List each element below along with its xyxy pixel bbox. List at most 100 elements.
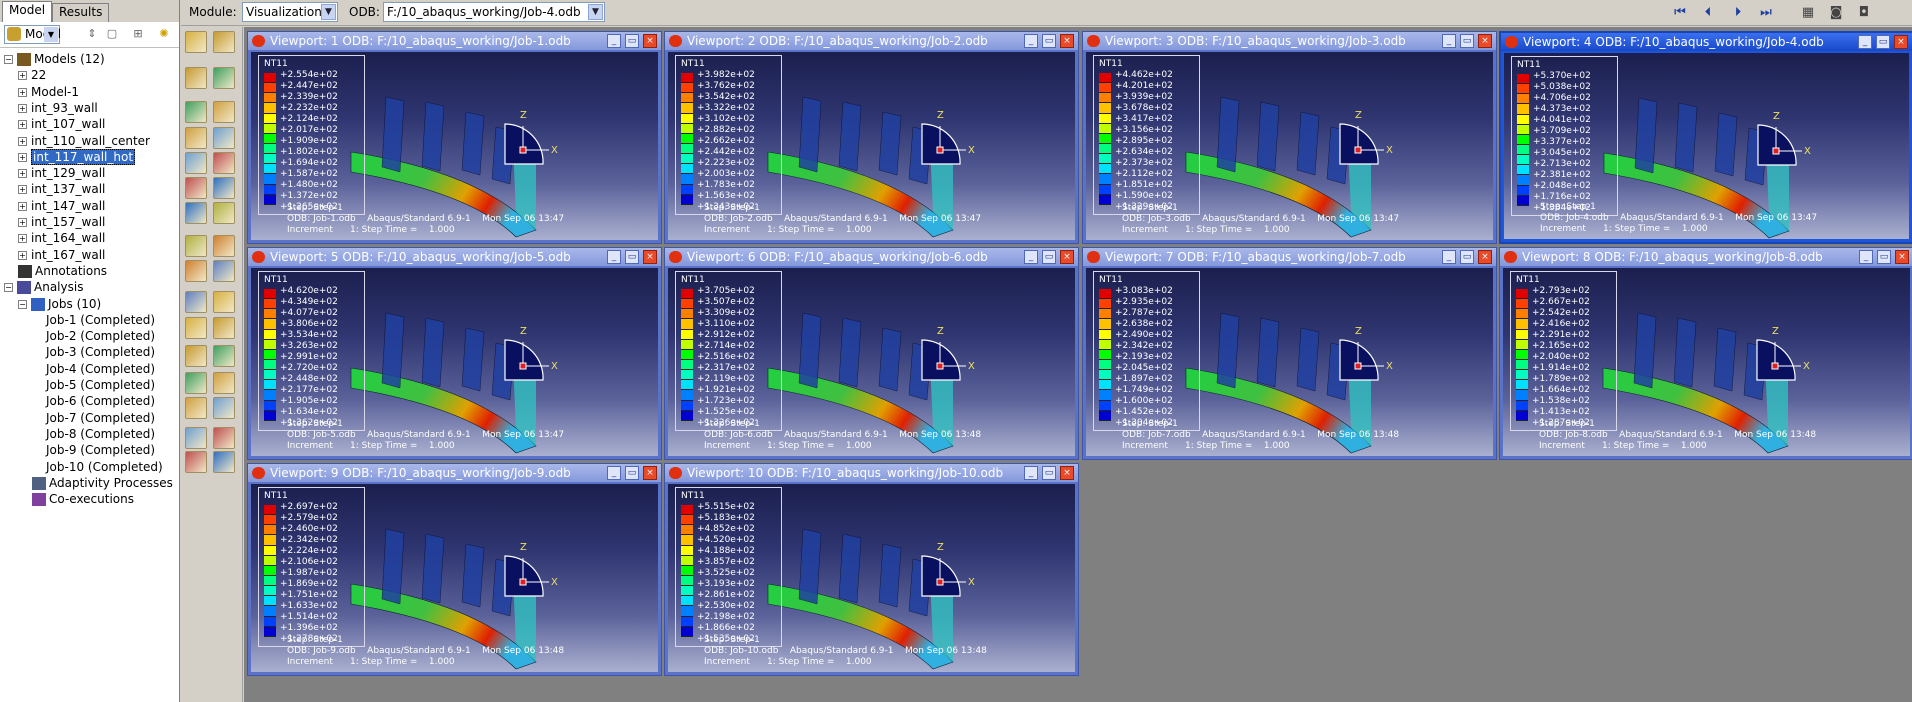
restore-icon[interactable]: ▭: [1460, 250, 1474, 264]
toolbox-tool-icon[interactable]: [213, 31, 235, 53]
toolbox-tool-icon[interactable]: [213, 451, 235, 473]
collapse-icon[interactable]: −: [18, 299, 27, 309]
viewport-canvas[interactable]: NT11 +5.370e+02 +5.038e+02 +4.706e+02 +4.373…: [1504, 53, 1909, 239]
close-icon[interactable]: ×: [1060, 250, 1074, 264]
tree-adaptivity[interactable]: Adaptivity Processes: [32, 476, 173, 491]
viewport-title-bar[interactable]: Viewport: 8 ODB: F:/10_abaqus_working/Jo…: [1500, 248, 1912, 266]
minimize-icon[interactable]: _: [607, 250, 621, 264]
close-icon[interactable]: ×: [1895, 250, 1909, 264]
tree-jobs[interactable]: − Jobs (10): [18, 297, 101, 312]
toolbox-tool-icon[interactable]: [185, 127, 207, 149]
tree-coexecutions[interactable]: Co-executions: [32, 492, 134, 507]
viewport-canvas[interactable]: NT11 +3.982e+02 +3.762e+02 +3.542e+02 +3.322…: [668, 52, 1075, 240]
restore-icon[interactable]: ▭: [1042, 34, 1056, 48]
minimize-icon[interactable]: _: [1024, 34, 1038, 48]
viewport-window[interactable]: Viewport: 9 ODB: F:/10_abaqus_working/Jo…: [247, 463, 662, 676]
expand-icon[interactable]: +: [18, 87, 27, 97]
viewport-canvas[interactable]: NT11 +2.793e+02 +2.667e+02 +2.542e+02 +2.416…: [1503, 268, 1910, 456]
restore-icon[interactable]: ▭: [625, 250, 639, 264]
module-select[interactable]: Visualization ▼: [242, 2, 338, 22]
tree-job-item[interactable]: Job-1 (Completed): [46, 313, 155, 328]
viewport-canvas[interactable]: NT11 +3.705e+02 +3.507e+02 +3.309e+02 +3.110…: [668, 268, 1075, 456]
tree-model-item[interactable]: + int_164_wall: [18, 231, 105, 246]
viewport-title-bar[interactable]: Viewport: 10 ODB: F:/10_abaqus_working/J…: [665, 464, 1078, 482]
expand-icon[interactable]: +: [18, 201, 27, 211]
expand-icon[interactable]: +: [18, 250, 27, 260]
minimize-icon[interactable]: _: [1442, 34, 1456, 48]
toolbox-tool-icon[interactable]: [213, 291, 235, 313]
animate-camera-icon[interactable]: ◙: [1826, 3, 1846, 23]
toolbox-tool-icon[interactable]: [185, 235, 207, 257]
expand-icon[interactable]: +: [18, 169, 27, 179]
close-icon[interactable]: ×: [1478, 250, 1492, 264]
toolbox-tool-icon[interactable]: [185, 101, 207, 123]
tree-selector[interactable]: Model ▼: [4, 25, 61, 44]
restore-icon[interactable]: ▭: [625, 466, 639, 480]
chevron-down-icon[interactable]: ▼: [321, 4, 336, 20]
viewport-window[interactable]: Viewport: 5 ODB: F:/10_abaqus_working/Jo…: [247, 247, 662, 460]
previous-frame-icon[interactable]: ⏴: [1698, 3, 1718, 23]
last-frame-icon[interactable]: ⏭: [1756, 3, 1776, 23]
close-icon[interactable]: ×: [1478, 34, 1492, 48]
toolbox-tool-icon[interactable]: [213, 397, 235, 419]
tree-model-item[interactable]: + int_129_wall: [18, 166, 105, 181]
tab-results[interactable]: Results: [52, 3, 110, 22]
tree-model-item[interactable]: + int_137_wall: [18, 182, 105, 197]
odb-select[interactable]: F:/10_abaqus_working/Job-4.odb ▼: [383, 2, 605, 22]
sort-icon[interactable]: ⇕: [84, 27, 100, 43]
viewport-window[interactable]: Viewport: 7 ODB: F:/10_abaqus_working/Jo…: [1082, 247, 1497, 460]
tree-model-item[interactable]: + int_117_wall_hot: [18, 148, 136, 165]
tree-job-item[interactable]: Job-10 (Completed): [46, 460, 163, 475]
minimize-icon[interactable]: _: [1024, 466, 1038, 480]
toolbox-tool-icon[interactable]: [213, 260, 235, 282]
tree-model-item[interactable]: +22: [18, 68, 46, 83]
viewport-title-bar[interactable]: Viewport: 7 ODB: F:/10_abaqus_working/Jo…: [1083, 248, 1496, 266]
toolbox-tool-icon[interactable]: [213, 101, 235, 123]
expand-icon[interactable]: +: [18, 218, 27, 227]
close-icon[interactable]: ×: [1060, 34, 1074, 48]
close-icon[interactable]: ×: [1894, 35, 1908, 49]
restore-icon[interactable]: ▭: [1042, 250, 1056, 264]
toolbox-tool-icon[interactable]: [213, 177, 235, 199]
tree-job-item[interactable]: Job-2 (Completed): [46, 329, 155, 344]
close-icon[interactable]: ×: [643, 34, 657, 48]
minimize-icon[interactable]: _: [1859, 250, 1873, 264]
tree-model-item[interactable]: + int_93_wall: [18, 101, 98, 116]
collapse-icon[interactable]: −: [4, 55, 13, 64]
viewport-title-bar[interactable]: Viewport: 2 ODB: F:/10_abaqus_working/Jo…: [665, 32, 1078, 50]
expand-icon[interactable]: +: [18, 120, 27, 130]
restore-icon[interactable]: ▭: [1460, 34, 1474, 48]
viewport-window[interactable]: Viewport: 2 ODB: F:/10_abaqus_working/Jo…: [664, 31, 1079, 244]
tree-job-item[interactable]: Job-5 (Completed): [46, 378, 155, 393]
tree-job-item[interactable]: Job-9 (Completed): [46, 443, 155, 458]
viewport-title-bar[interactable]: Viewport: 6 ODB: F:/10_abaqus_working/Jo…: [665, 248, 1078, 266]
viewport-title-bar[interactable]: Viewport: 4 ODB: F:/10_abaqus_working/Jo…: [1501, 33, 1912, 51]
camera-icon[interactable]: ◘: [1854, 3, 1874, 23]
viewport-canvas[interactable]: NT11 +4.620e+02 +4.349e+02 +4.077e+02 +3.806…: [251, 268, 658, 456]
toolbox-tool-icon[interactable]: [213, 152, 235, 174]
expand-icon[interactable]: +: [18, 103, 27, 113]
toolbox-tool-icon[interactable]: [185, 451, 207, 473]
expand-icon[interactable]: +: [18, 152, 27, 162]
restore-icon[interactable]: ▭: [1042, 466, 1056, 480]
toolbox-tool-icon[interactable]: [185, 397, 207, 419]
tree-annotations[interactable]: Annotations: [18, 264, 107, 279]
tree-job-item[interactable]: Job-4 (Completed): [46, 362, 155, 377]
next-frame-icon[interactable]: ⏵: [1728, 3, 1748, 23]
tree-model-item[interactable]: + int_147_wall: [18, 199, 105, 214]
minimize-icon[interactable]: _: [607, 466, 621, 480]
minimize-icon[interactable]: _: [1858, 35, 1872, 49]
viewport-canvas[interactable]: NT11 +4.462e+02 +4.201e+02 +3.939e+02 +3.678…: [1086, 52, 1493, 240]
first-frame-icon[interactable]: ⏮: [1670, 3, 1690, 23]
expand-icon[interactable]: ⊞: [130, 27, 146, 43]
toolbox-tool-icon[interactable]: [213, 235, 235, 257]
viewport-title-bar[interactable]: Viewport: 9 ODB: F:/10_abaqus_working/Jo…: [248, 464, 661, 482]
tree-job-item[interactable]: Job-7 (Completed): [46, 411, 155, 426]
expand-icon[interactable]: +: [18, 71, 27, 81]
viewport-window[interactable]: Viewport: 6 ODB: F:/10_abaqus_working/Jo…: [664, 247, 1079, 460]
toolbox-tool-icon[interactable]: [185, 291, 207, 313]
toolbox-tool-icon[interactable]: [185, 152, 207, 174]
filter-icon[interactable]: ▢: [104, 27, 120, 43]
toolbox-tool-icon[interactable]: [185, 372, 207, 394]
restore-icon[interactable]: ▭: [1876, 35, 1890, 49]
